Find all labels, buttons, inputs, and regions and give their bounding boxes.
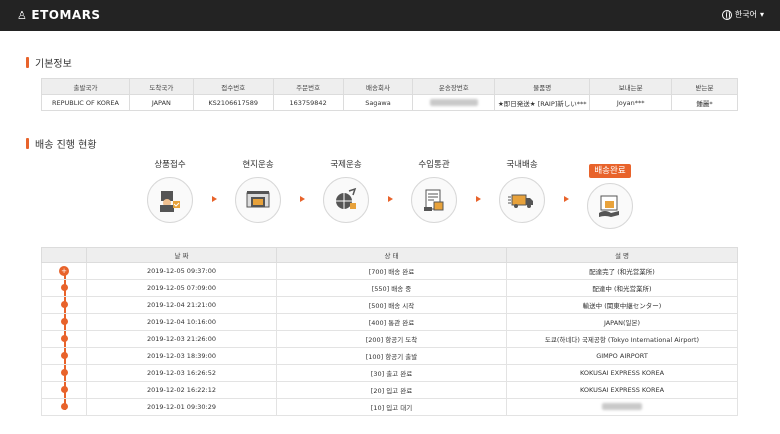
receipt-no-value: KS2106617589 — [192, 94, 274, 111]
history-header-row: 날 짜 상 태 설 명 — [41, 247, 738, 263]
section-marker — [26, 57, 29, 68]
arrow-icon — [564, 196, 569, 202]
receiver-value: 鍾麗* — [671, 94, 738, 111]
arrow-icon — [476, 196, 481, 202]
section-marker — [26, 138, 29, 149]
table-row: 2019-12-03 18:39:00 [100] 항공기 출발 GIMPO A… — [41, 347, 738, 365]
history-table: 날 짜 상 태 설 명 + 2019-12-05 09:37:00 [700] … — [41, 247, 738, 416]
chevron-down-icon: ▾ — [759, 10, 764, 19]
table-row: 2019-12-01 09:30:29 [10] 입고 대기 — [41, 398, 738, 416]
arrow-icon — [300, 196, 305, 202]
table-row: 2019-12-04 21:21:00 [500] 배송 시작 輸送中 (関東中… — [41, 296, 738, 314]
timeline-dot-icon — [60, 317, 68, 325]
timeline-dot-icon — [60, 351, 68, 359]
waybill-no-value — [412, 94, 496, 111]
col-description: 설 명 — [506, 247, 738, 263]
step-customs: 수입통관 — [404, 158, 464, 223]
col-order-no: 주문번호 — [272, 78, 344, 95]
col-receipt-no: 접수번호 — [192, 78, 274, 95]
basic-info-title: 기본정보 — [26, 55, 72, 70]
timeline-dot-icon — [60, 368, 68, 376]
col-carrier: 배송회사 — [342, 78, 414, 95]
basic-info-table: 출발국가 도착국가 접수번호 주문번호 배송회사 운송장번호 물품명 보내는분 … — [41, 78, 738, 111]
col-item-name: 물품명 — [494, 78, 591, 95]
col-date: 날 짜 — [86, 247, 277, 263]
step-domestic-delivery: 국내배송 — [492, 158, 552, 223]
logo-text: ETOMARS — [31, 8, 101, 22]
plus-icon[interactable]: + — [59, 266, 69, 276]
basic-info-header-row: 출발국가 도착국가 접수번호 주문번호 배송회사 운송장번호 물품명 보내는분 … — [41, 78, 738, 95]
step-delivered: 배송완료 — [580, 158, 640, 229]
customs-document-icon — [411, 177, 457, 223]
step-international-transport: 국제운송 — [316, 158, 376, 223]
origin-value: REPUBLIC OF KOREA — [41, 94, 130, 111]
col-status: 상 태 — [276, 247, 507, 263]
progress-steps: 상품접수 현지운송 국제운송 수입통관 국내배송 배송완료 — [140, 158, 640, 229]
sender-value: Joyan*** — [589, 94, 673, 111]
logo-mark-icon: ♙ — [17, 8, 28, 22]
redacted-waybill — [429, 99, 478, 106]
language-selector[interactable]: 한국어 ▾ — [721, 9, 764, 20]
timeline-dot-icon — [60, 402, 68, 410]
table-row: 2019-12-03 21:26:00 [200] 항공기 도착 도쿄(하네다)… — [41, 330, 738, 348]
delivery-truck-icon — [499, 177, 545, 223]
timeline-dot-icon — [60, 283, 68, 291]
table-row: + 2019-12-05 09:37:00 [700] 배송 완료 配達完了 (… — [41, 262, 738, 280]
step-received: 상품접수 — [140, 158, 200, 223]
col-sender: 보내는분 — [589, 78, 673, 95]
timeline-dot-icon — [60, 334, 68, 342]
timeline-dot-icon — [60, 300, 68, 308]
arrow-icon — [212, 196, 217, 202]
globe-icon — [721, 9, 732, 20]
package-handover-icon — [587, 183, 633, 229]
table-row: 2019-12-04 10:16:00 [400] 통관 완료 JAPAN(일본… — [41, 313, 738, 331]
language-label: 한국어 — [734, 10, 757, 19]
table-row: 2019-12-02 16:22:12 [20] 입고 완료 KOKUSAI E… — [41, 381, 738, 399]
timeline-dot-icon — [60, 385, 68, 393]
arrow-icon — [388, 196, 393, 202]
progress-title: 배송 진행 현황 — [26, 136, 97, 151]
step-local-transport: 현지운송 — [228, 158, 288, 223]
basic-info-row: REPUBLIC OF KOREA JAPAN KS2106617589 163… — [41, 94, 738, 111]
etomars-logo[interactable]: ♙ ETOMARS — [17, 8, 101, 22]
col-destination: 도착국가 — [128, 78, 194, 95]
top-bar: ♙ ETOMARS 한국어 ▾ — [0, 0, 780, 31]
local-truck-icon — [235, 177, 281, 223]
package-receive-icon — [147, 177, 193, 223]
item-name-value: ★即日発送★ [RAIP]新しい*** — [494, 94, 591, 111]
table-row: 2019-12-03 16:26:52 [30] 출고 완료 KOKUSAI E… — [41, 364, 738, 382]
table-row: 2019-12-05 07:09:00 [550] 배송 중 配達中 (和光営業… — [41, 279, 738, 297]
redacted-description — [602, 402, 642, 410]
destination-value: JAPAN — [128, 94, 194, 111]
col-timeline — [41, 247, 87, 263]
order-no-value: 163759842 — [272, 94, 344, 111]
col-origin: 출발국가 — [41, 78, 130, 95]
col-waybill-no: 운송장번호 — [412, 78, 496, 95]
globe-plane-icon — [323, 177, 369, 223]
carrier-value: Sagawa — [342, 94, 414, 111]
col-receiver: 받는분 — [671, 78, 738, 95]
